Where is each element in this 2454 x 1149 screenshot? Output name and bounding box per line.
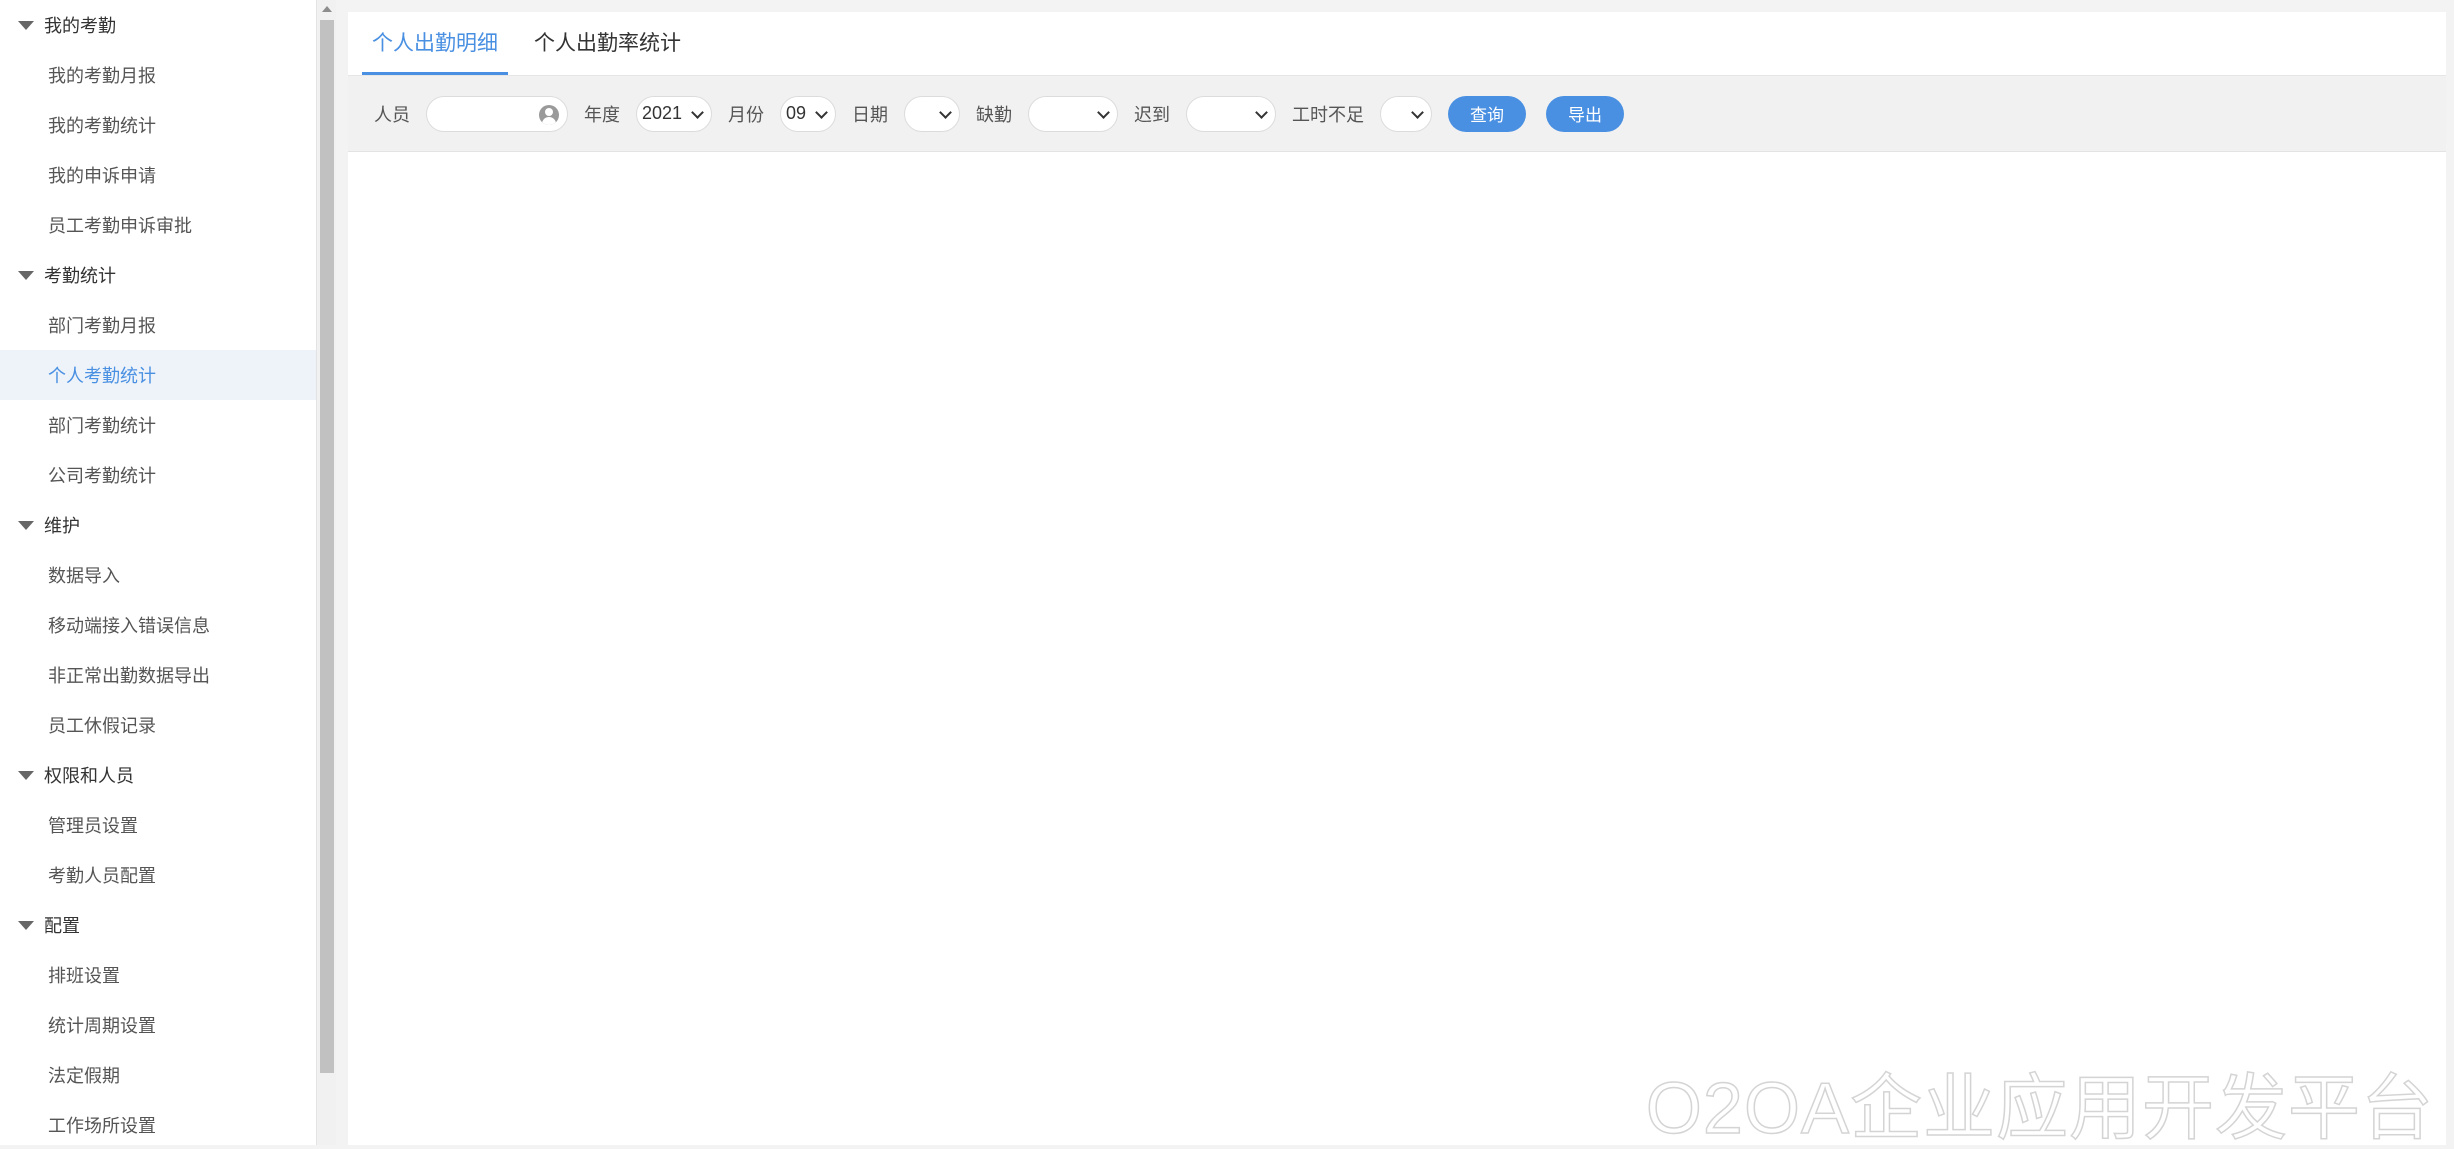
sidebar-item[interactable]: 法定假期 bbox=[0, 1050, 316, 1100]
year-label: 年度 bbox=[584, 104, 620, 125]
sidebar-item[interactable]: 数据导入 bbox=[0, 550, 316, 600]
sidebar-item[interactable]: 非正常出勤数据导出 bbox=[0, 650, 316, 700]
sidebar-item[interactable]: 个人考勤统计 bbox=[0, 350, 316, 400]
sidebar-item[interactable]: 部门考勤统计 bbox=[0, 400, 316, 450]
sidebar-item[interactable]: 排班设置 bbox=[0, 950, 316, 1000]
chevron-down-icon bbox=[1411, 105, 1424, 119]
sidebar-item[interactable]: 员工休假记录 bbox=[0, 700, 316, 750]
sidebar-item[interactable]: 管理员设置 bbox=[0, 800, 316, 850]
hours-short-label: 工时不足 bbox=[1292, 104, 1364, 125]
chevron-down-icon bbox=[1097, 105, 1110, 119]
date-label: 日期 bbox=[852, 104, 888, 125]
nav-group-header[interactable]: 我的考勤 bbox=[0, 0, 316, 50]
nav-group-header[interactable]: 权限和人员 bbox=[0, 750, 316, 800]
year-select[interactable]: 2021 bbox=[636, 95, 712, 132]
nav-group-label: 我的考勤 bbox=[44, 16, 116, 36]
nav-group-label: 维护 bbox=[44, 516, 80, 536]
person-input[interactable] bbox=[439, 96, 549, 131]
filter-bar: 人员 年度 2021 月份 09 日期 缺勤 迟到 工时不足 查询 导出 bbox=[348, 76, 2446, 152]
nav-group-header[interactable]: 考勤统计 bbox=[0, 250, 316, 300]
watermark: O2OA企业应用开发平台 bbox=[1645, 1069, 2434, 1149]
year-select-value: 2021 bbox=[642, 103, 683, 123]
sidebar-item[interactable]: 我的考勤月报 bbox=[0, 50, 316, 100]
sidebar: 我的考勤我的考勤月报 我的考勤统计 我的申诉申请 员工考勤申诉审批考勤统计部门考勤月报… bbox=[0, 0, 316, 1145]
nav-group-header[interactable]: 维护 bbox=[0, 500, 316, 550]
caret-down-icon bbox=[18, 770, 34, 780]
nav-group-label: 考勤统计 bbox=[44, 266, 116, 286]
sidebar-item[interactable]: 我的申诉申请 bbox=[0, 150, 316, 200]
sidebar-item[interactable]: 我的考勤统计 bbox=[0, 100, 316, 150]
sidebar-item[interactable]: 员工考勤申诉审批 bbox=[0, 200, 316, 250]
date-select[interactable] bbox=[904, 95, 960, 132]
tab-personal-attendance-rate[interactable]: 个人出勤率统计 bbox=[524, 11, 691, 75]
nav-group-header[interactable]: 配置 bbox=[0, 900, 316, 950]
scroll-up-arrow-icon[interactable] bbox=[322, 6, 332, 12]
chevron-down-icon bbox=[691, 105, 704, 119]
tab-personal-attendance-detail[interactable]: 个人出勤明细 bbox=[362, 11, 508, 75]
person-field[interactable] bbox=[426, 95, 568, 132]
chevron-down-icon bbox=[939, 105, 952, 119]
absent-select[interactable] bbox=[1028, 95, 1118, 132]
sidebar-item[interactable]: 移动端接入错误信息 bbox=[0, 600, 316, 650]
person-icon[interactable] bbox=[539, 104, 559, 125]
sidebar-item[interactable]: 部门考勤月报 bbox=[0, 300, 316, 350]
absent-label: 缺勤 bbox=[976, 104, 1012, 125]
sidebar-item[interactable]: 工作场所设置 bbox=[0, 1100, 316, 1145]
sidebar-scrollbar[interactable] bbox=[316, 0, 336, 1145]
nav-group-label: 权限和人员 bbox=[44, 766, 134, 786]
person-label: 人员 bbox=[374, 104, 410, 125]
query-button[interactable]: 查询 bbox=[1448, 95, 1526, 132]
chevron-down-icon bbox=[1255, 105, 1268, 119]
main-panel: 个人出勤明细 个人出勤率统计 人员 年度 2021 月份 09 日期 缺勤 迟到 bbox=[348, 12, 2446, 1149]
late-label: 迟到 bbox=[1134, 104, 1170, 125]
sidebar-item[interactable]: 考勤人员配置 bbox=[0, 850, 316, 900]
sidebar-item[interactable]: 统计周期设置 bbox=[0, 1000, 316, 1050]
month-select-value: 09 bbox=[786, 103, 807, 123]
scrollbar-thumb[interactable] bbox=[320, 20, 334, 1073]
month-select[interactable]: 09 bbox=[780, 95, 836, 132]
month-label: 月份 bbox=[728, 104, 764, 125]
chevron-down-icon bbox=[815, 105, 828, 119]
caret-down-icon bbox=[18, 520, 34, 530]
caret-down-icon bbox=[18, 20, 34, 30]
late-select[interactable] bbox=[1186, 95, 1276, 132]
caret-down-icon bbox=[18, 270, 34, 280]
caret-down-icon bbox=[18, 920, 34, 930]
export-button[interactable]: 导出 bbox=[1546, 95, 1624, 132]
sidebar-item[interactable]: 公司考勤统计 bbox=[0, 450, 316, 500]
hours-short-select[interactable] bbox=[1380, 95, 1432, 132]
tab-bar: 个人出勤明细 个人出勤率统计 bbox=[348, 12, 2446, 76]
nav-group-label: 配置 bbox=[44, 916, 80, 936]
